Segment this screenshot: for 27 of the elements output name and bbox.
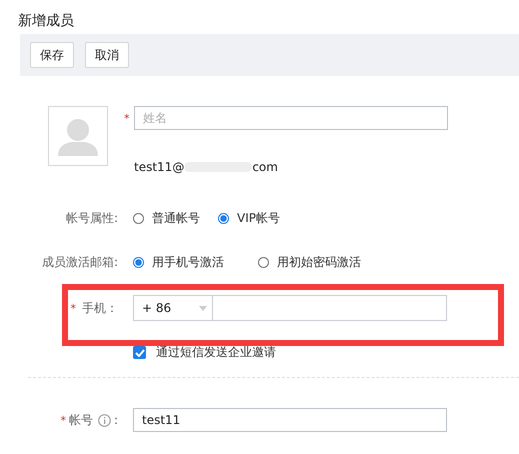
radio-button[interactable] (258, 256, 269, 268)
field-label-colon: : (114, 413, 118, 427)
radio-label: VIP帐号 (237, 210, 280, 226)
checkbox[interactable] (133, 346, 146, 359)
page-title: 新增成员 (18, 12, 75, 31)
radio-button[interactable] (133, 256, 144, 268)
field-label: 手机： (82, 300, 118, 316)
checkbox-label: 通过短信发送企业邀请 (156, 344, 276, 361)
account-input-field[interactable]: test11 (133, 408, 447, 432)
required-mark: * (124, 112, 130, 124)
email-text: test11@ (134, 160, 184, 174)
email-domain-text: com (252, 160, 278, 174)
radio-button[interactable] (218, 212, 229, 224)
radio-label: 用手机号激活 (152, 254, 224, 270)
required-mark: * (59, 414, 66, 426)
toolbar-button[interactable]: 取消 (85, 42, 129, 68)
avatar-placeholder-icon (48, 106, 108, 166)
field-label: 帐号 (68, 412, 93, 428)
info-icon (98, 414, 111, 426)
name-input-field[interactable]: 姓名 (134, 106, 448, 130)
field-label: 成员激活邮箱: (40, 254, 118, 270)
required-mark: * (70, 302, 76, 314)
radio-button[interactable] (133, 212, 144, 224)
radio-label: 用初始密码激活 (277, 254, 361, 270)
toolbar-button[interactable]: 保存 (30, 42, 74, 68)
radio-label: 普通帐号 (152, 210, 200, 226)
field-label: 帐号属性: (64, 210, 118, 226)
